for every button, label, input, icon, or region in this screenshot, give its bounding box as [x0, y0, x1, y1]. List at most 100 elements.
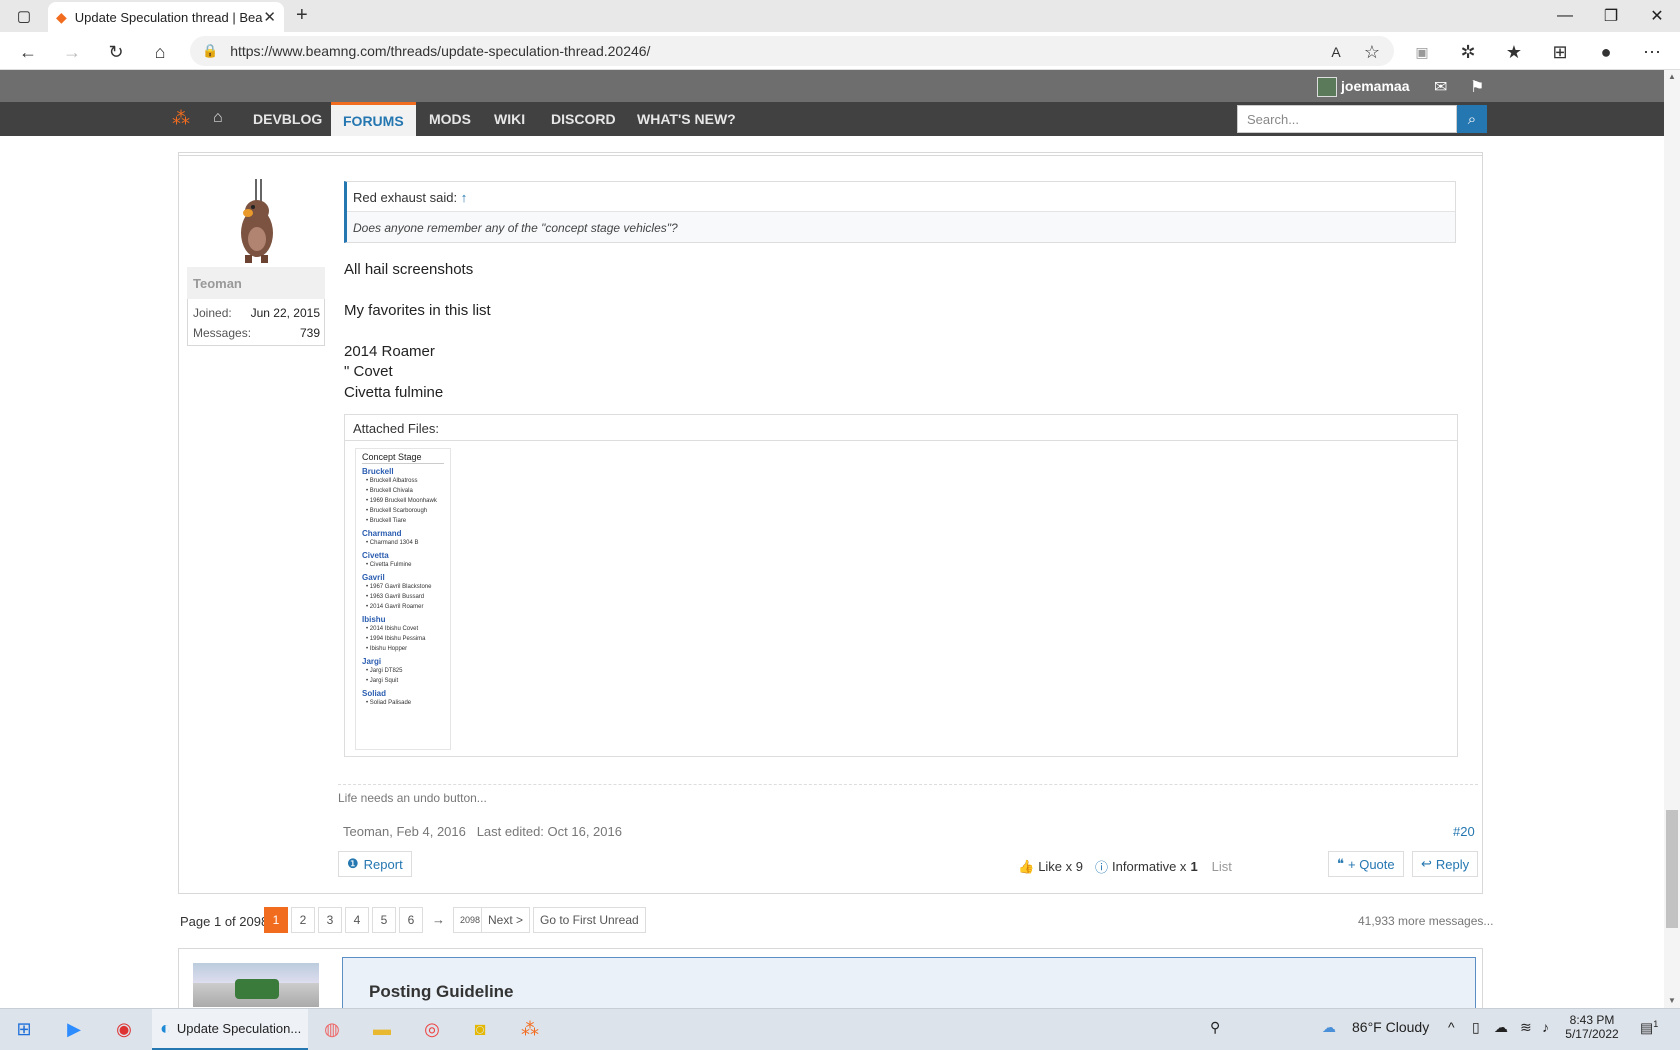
messages-label: Messages: [193, 326, 252, 340]
minimize-icon[interactable]: — [1542, 0, 1588, 32]
nav-home-icon[interactable]: ⌂ [213, 109, 223, 127]
scrollbar-thumb[interactable] [1666, 810, 1678, 928]
posting-guideline-title: Posting Guideline [369, 982, 514, 1001]
volume-icon[interactable]: ♪ [1542, 1019, 1549, 1035]
thumb-title: Concept Stage [362, 452, 444, 464]
author-name[interactable]: Teoman [187, 267, 325, 299]
file-explorer-icon[interactable]: ▬ [364, 1012, 400, 1046]
thumb-group: Ibishu [362, 615, 386, 624]
search-input[interactable]: Search... [1237, 105, 1457, 133]
car-shape-icon [235, 979, 279, 999]
alerts-flag-icon[interactable]: ⚑ [1470, 77, 1484, 97]
nav-forums[interactable]: FORUMS [331, 102, 416, 136]
forward-icon[interactable]: → [58, 38, 86, 66]
notifications-icon[interactable]: ▤1 [1640, 1019, 1658, 1037]
read-aloud-icon[interactable]: A [1322, 38, 1350, 66]
edge-icon: ◐ [160, 1018, 171, 1038]
thumb-group: Bruckell [362, 467, 394, 476]
collections-icon[interactable]: ⊞ [1546, 38, 1574, 66]
tab-actions-icon[interactable]: ▢ [12, 6, 36, 26]
thumb-item: • Jargi Squit [366, 678, 399, 684]
start-icon[interactable]: ⊞ [6, 1012, 42, 1046]
scroll-up-icon[interactable]: ▲ [1668, 72, 1676, 81]
weather-icon[interactable]: ☁ [1322, 1019, 1336, 1036]
page-3[interactable]: 3 [318, 907, 342, 933]
close-window-icon[interactable]: ✕ [1634, 0, 1680, 32]
nav-whats-new[interactable]: WHAT'S NEW? [625, 102, 748, 136]
nav-wiki[interactable]: WIKI [482, 102, 537, 136]
extensions-puzzle-icon[interactable]: ✲ [1454, 38, 1482, 66]
next-page-button[interactable]: Next > [481, 907, 531, 933]
profile-icon[interactable]: ● [1592, 38, 1620, 66]
ratings-list-link[interactable]: List [1212, 859, 1232, 874]
search-icon[interactable]: ⌕ [1457, 105, 1487, 133]
extension-icon[interactable]: ▣ [1408, 38, 1436, 66]
new-tab-icon[interactable]: + [296, 4, 308, 27]
like-count[interactable]: Like x 9 [1038, 859, 1083, 874]
chrome-app-icon[interactable]: ◉ [106, 1012, 142, 1046]
messages-value[interactable]: 739 [260, 326, 320, 340]
firefox-app-icon[interactable]: ◍ [314, 1012, 350, 1046]
report-button[interactable]: ❶ Report [338, 851, 412, 877]
back-icon[interactable]: ← [14, 38, 42, 66]
edge-taskbar-button[interactable]: ◐ Update Speculation... [152, 1009, 308, 1050]
post-line: " Covet [344, 363, 393, 380]
weather-text[interactable]: 86°F Cloudy [1352, 1019, 1429, 1035]
page-label: Page 1 of 2098 [180, 914, 269, 929]
people-icon[interactable]: ⚲ [1210, 1019, 1220, 1036]
favorites-icon[interactable]: ★ [1500, 38, 1528, 66]
informative-label[interactable]: Informative x [1112, 859, 1186, 874]
joined-value: Jun 22, 2015 [250, 306, 320, 320]
post-line: All hail screenshots [344, 261, 474, 278]
page-2[interactable]: 2 [291, 907, 315, 933]
page-4[interactable]: 4 [345, 907, 369, 933]
site-user-bar [0, 70, 1664, 102]
page-jump-icon[interactable]: → [432, 912, 445, 927]
reply-button[interactable]: ↩ Reply [1412, 851, 1479, 877]
zoom-app-icon[interactable]: ▶ [56, 1012, 92, 1046]
thumb-item: • Jargi DT825 [366, 668, 403, 674]
username-link[interactable]: joemamaa [1341, 78, 1409, 94]
close-tab-icon[interactable]: ✕ [263, 8, 276, 26]
nav-mods[interactable]: MODS [417, 102, 483, 136]
user-avatar[interactable] [1317, 77, 1337, 97]
author-avatar[interactable] [187, 175, 325, 267]
home-icon[interactable]: ⌂ [146, 38, 174, 66]
thumb-item: • Bruckell Scarborough [366, 508, 428, 514]
nav-discord[interactable]: DISCORD [539, 102, 628, 136]
first-unread-button[interactable]: Go to First Unread [533, 907, 646, 933]
tray-chevron-icon[interactable]: ^ [1448, 1019, 1455, 1035]
restore-icon[interactable]: ❐ [1588, 0, 1634, 32]
clock[interactable]: 8:43 PM 5/17/2022 [1564, 1013, 1620, 1041]
quote-author[interactable]: Red exhaust said: [353, 190, 457, 205]
refresh-icon[interactable]: ↻ [102, 38, 130, 66]
attachment-thumbnail[interactable]: Concept Stage Bruckell • Bruckell Albatr… [355, 448, 451, 750]
scroll-down-icon[interactable]: ▼ [1668, 996, 1676, 1005]
post-number[interactable]: #20 [1453, 824, 1475, 839]
attachments-box [344, 414, 1458, 757]
page-5[interactable]: 5 [372, 907, 396, 933]
page-1[interactable]: 1 [264, 907, 288, 933]
quote-header: Red exhaust said: ↑ [347, 182, 1455, 212]
onedrive-icon[interactable]: ☁ [1494, 1019, 1508, 1036]
tray-device-icon[interactable]: ▯ [1472, 1019, 1480, 1036]
beamng-logo-icon[interactable]: ⁂ [172, 108, 190, 129]
nav-devblog[interactable]: DEVBLOG [241, 102, 334, 136]
informative-count: 1 [1190, 859, 1198, 874]
opera-app-icon[interactable]: ◎ [414, 1012, 450, 1046]
quote-jump-icon[interactable]: ↑ [461, 190, 468, 205]
quote-button[interactable]: ❝ + Quote [1328, 851, 1404, 877]
thumb-item: • 2014 Ibishu Covet [366, 626, 419, 632]
beamng-app-icon[interactable]: ⁂ [512, 1012, 548, 1046]
address-bar[interactable]: 🔒 https://www.beamng.com/threads/update-… [190, 36, 1394, 66]
inbox-icon[interactable]: ✉ [1434, 77, 1447, 97]
plex-app-icon[interactable]: ◙ [462, 1012, 498, 1046]
wifi-icon[interactable]: ≋ [1520, 1019, 1532, 1036]
page-6[interactable]: 6 [399, 907, 423, 933]
car-avatar-image[interactable] [193, 963, 319, 1007]
browser-tab[interactable]: ◆ Update Speculation thread | Bea ✕ [48, 2, 284, 32]
add-favorite-icon[interactable]: ☆ [1358, 38, 1386, 66]
post-author-date[interactable]: Teoman, Feb 4, 2016 [343, 824, 466, 839]
settings-more-icon[interactable]: ⋯ [1638, 38, 1666, 66]
joined-label: Joined: [193, 306, 232, 320]
